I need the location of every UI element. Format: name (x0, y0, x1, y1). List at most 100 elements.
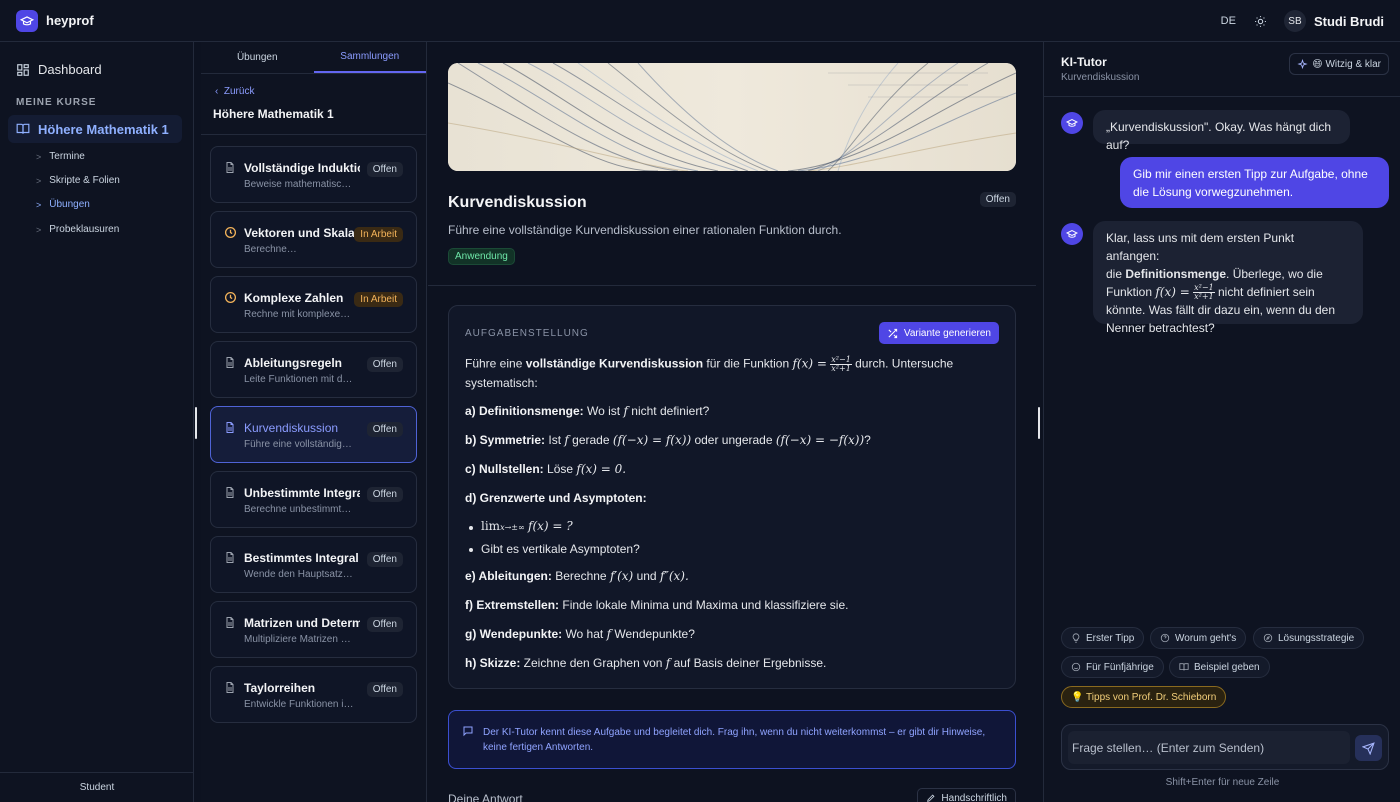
handwriting-button[interactable]: Handschriftlich (917, 788, 1016, 802)
list-item[interactable]: Ableitungsregeln Leite Funktionen mit de… (210, 341, 417, 398)
tab-bar: Übungen Sammlungen (201, 42, 426, 74)
graduation-cap-icon (1066, 118, 1078, 127)
chevron-right-icon: > (36, 199, 42, 210)
task-label: AUFGABENSTELLUNG (465, 328, 589, 339)
task-item-e: e) Ableitungen: Berechne f′(x) und f″(x)… (465, 569, 689, 583)
compass-icon (1263, 633, 1273, 643)
send-icon (1362, 741, 1375, 755)
input-hint: Shift+Enter für neue Zeile (1165, 777, 1280, 788)
quick-prompt-strategy[interactable]: Lösungsstrategie (1253, 627, 1365, 649)
tab-sammlungen[interactable]: Sammlungen (313, 42, 426, 73)
graduation-cap-icon (16, 9, 38, 32)
status-badge: Offen (979, 192, 1016, 207)
resize-handle[interactable] (195, 407, 197, 439)
sidebar-item-dashboard[interactable]: Dashboard (16, 62, 102, 77)
user-name[interactable]: Studi Brudi (1314, 14, 1384, 29)
task-item-c: c) Nullstellen: Löse f(x) = 0. (465, 462, 627, 476)
resize-handle[interactable] (1038, 407, 1040, 439)
divider (428, 285, 1036, 286)
category-tag: Anwendung (448, 248, 515, 265)
brand[interactable]: heyprof (16, 9, 94, 32)
list-item[interactable]: Bestimmtes Integral Wende den Hauptsatz … (210, 536, 417, 593)
status-badge: Offen (366, 162, 403, 177)
pencil-icon (927, 794, 935, 802)
quick-prompt-first-tip[interactable]: Erster Tipp (1061, 627, 1145, 649)
chevron-right-icon: > (36, 151, 42, 162)
status-badge: In Arbeit (354, 227, 403, 242)
sidebar-item-course[interactable]: Höhere Mathematik 1 (8, 115, 182, 143)
task-intro: Führe eine vollständige Kurvendiskussion… (465, 355, 954, 373)
exercise-list-pane: Übungen Sammlungen ‹ Zurück Höhere Mathe… (201, 42, 427, 802)
hero-image (448, 63, 1016, 171)
task-card: AUFGABENSTELLUNG Variante generieren Füh… (448, 305, 1016, 689)
status-badge: Offen (366, 552, 403, 567)
sidebar: Dashboard MEINE KURSE Höhere Mathematik … (0, 42, 194, 802)
task-item-a: a) Definitionsmenge: Wo ist f nicht defi… (465, 404, 710, 418)
language-switch[interactable]: DE (1221, 15, 1236, 27)
status-badge: Offen (366, 617, 403, 632)
divider (1044, 96, 1400, 97)
document-icon (226, 552, 234, 563)
list-item[interactable]: Unbestimmte Integrale Berechne unbestimm… (210, 471, 417, 528)
document-icon (226, 162, 234, 173)
send-button[interactable] (1355, 735, 1382, 761)
bullet (469, 548, 473, 552)
chat-message-tutor: Klar, lass uns mit dem ersten Punkt anfa… (1093, 221, 1363, 335)
chat-message-user: Gib mir einen ersten Tipp zur Aufgabe, o… (1120, 157, 1389, 208)
sidebar-item-probeklausuren[interactable]: > Probeklausuren (36, 224, 119, 235)
task-item-b: b) Symmetrie: Ist f gerade (f(−x) = f(x)… (465, 433, 871, 447)
smile-icon (1071, 662, 1081, 672)
list-item[interactable]: Vollständige Induktion Beweise mathemati… (210, 146, 417, 203)
help-circle-icon (1160, 633, 1170, 643)
page-title: Kurvendiskussion (448, 194, 587, 211)
chat-input-box (1061, 724, 1389, 770)
status-badge: Offen (366, 422, 403, 437)
sparkle-icon (1297, 58, 1308, 69)
document-icon (226, 357, 234, 368)
task-item-f: f) Extremstellen: Finde lokale Minima un… (465, 598, 849, 612)
back-link[interactable]: ‹ Zurück (215, 86, 254, 97)
document-icon (226, 617, 234, 628)
list-item-selected[interactable]: Kurvendiskussion Führe eine vollständige… (210, 406, 417, 463)
avatar[interactable]: SB (1283, 10, 1306, 32)
list-title: Höhere Mathematik 1 (213, 107, 334, 121)
book-icon (1179, 663, 1189, 671)
bullet (469, 526, 473, 530)
generate-variant-button[interactable]: Variante generieren (878, 322, 999, 344)
chat-input[interactable] (1068, 731, 1350, 764)
sun-icon[interactable] (1252, 12, 1270, 30)
list-item[interactable]: Matrizen und Determinanten Multipliziere… (210, 601, 417, 658)
task-intro-cont: systematisch: (465, 376, 538, 390)
list-item[interactable]: Komplexe Zahlen Rechne mit komplexen Zah… (210, 276, 417, 333)
task-item-d: d) Grenzwerte und Asymptoten: (465, 491, 647, 505)
task-item-h: h) Skizze: Zeichne den Graphen von f auf… (465, 656, 827, 670)
chevron-right-icon: > (36, 224, 42, 235)
chevron-right-icon: > (36, 175, 42, 186)
quick-prompt-example[interactable]: Beispiel geben (1169, 656, 1270, 678)
divider (201, 134, 427, 135)
status-badge: In Arbeit (354, 292, 403, 307)
quick-prompt-eli5[interactable]: Für Fünfjährige (1061, 656, 1164, 678)
sidebar-item-uebungen[interactable]: > Übungen (36, 199, 90, 210)
tutor-info-note: Der KI-Tutor kennt diese Aufgabe und beg… (448, 710, 1016, 769)
tab-uebungen[interactable]: Übungen (201, 42, 314, 73)
lightbulb-icon (1072, 633, 1080, 643)
exercise-detail: Kurvendiskussion Offen Führe eine vollst… (428, 42, 1036, 802)
list-item[interactable]: Taylorreihen Entwickle Funktionen in Rei… (210, 666, 417, 723)
sidebar-item-skripte[interactable]: > Skripte & Folien (36, 175, 120, 186)
exercise-description: Führe eine vollständige Kurvendiskussion… (448, 223, 842, 237)
quick-prompt-professor-tips[interactable]: 💡 Tipps von Prof. Dr. Schieborn (1061, 686, 1227, 708)
sidebar-item-termine[interactable]: > Termine (36, 151, 85, 162)
fraction: x²−1 x²+1 (830, 355, 852, 373)
tutor-mode-button[interactable]: 😄 Witzig & klar (1289, 53, 1389, 75)
shuffle-icon (888, 328, 898, 338)
book-icon (16, 123, 30, 134)
sidebar-item-label: Dashboard (38, 62, 102, 77)
sidebar-item-label: Höhere Mathematik 1 (38, 121, 169, 137)
chat-message-tutor: „Kurvendiskussion". Okay. Was hängt dich… (1093, 110, 1350, 152)
task-item-d-limit: limx→±∞ f(x) = ? (481, 519, 573, 533)
list-item[interactable]: Vektoren und Skalarprodukt Berechne… In … (210, 211, 417, 268)
quick-prompt-what-about[interactable]: Worum geht's (1150, 627, 1247, 649)
document-icon (226, 487, 234, 498)
tutor-subtitle: Kurvendiskussion (1061, 72, 1140, 83)
